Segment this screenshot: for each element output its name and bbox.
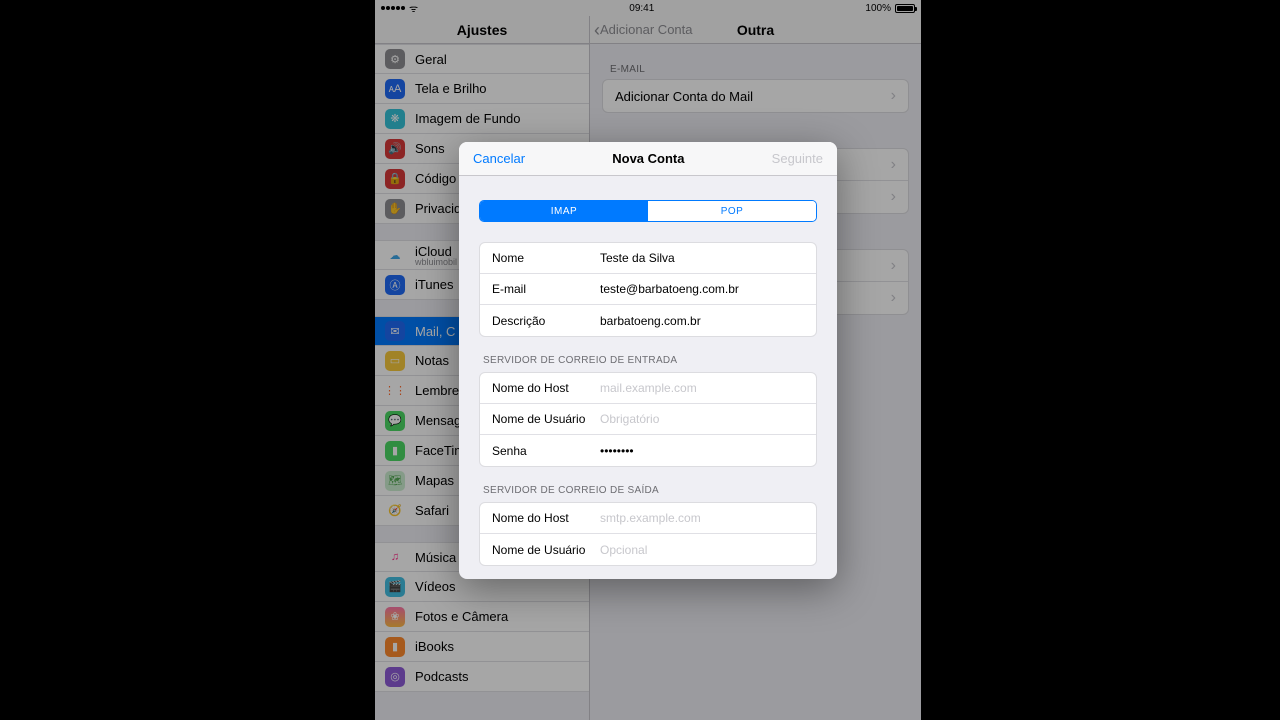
- field-label: Nome do Host: [492, 381, 592, 395]
- protocol-segmented-control[interactable]: IMAP POP: [479, 200, 817, 222]
- field-value[interactable]: Teste da Silva: [600, 251, 675, 265]
- new-account-modal: Cancelar Nova Conta Seguinte IMAP POP No…: [459, 142, 837, 579]
- outgoing-row-1[interactable]: Nome de Usuário Opcional: [480, 534, 816, 565]
- modal-header: Cancelar Nova Conta Seguinte: [459, 142, 837, 176]
- field-value[interactable]: smtp.example.com: [600, 511, 701, 525]
- field-label: Nome de Usuário: [492, 543, 592, 557]
- account-row-1[interactable]: E-mail teste@barbatoeng.com.br: [480, 274, 816, 305]
- field-label: Descrição: [492, 314, 592, 328]
- field-value[interactable]: ••••••••: [600, 444, 634, 458]
- cancel-button[interactable]: Cancelar: [473, 151, 525, 166]
- field-value[interactable]: Opcional: [600, 543, 647, 557]
- field-label: Nome do Host: [492, 511, 592, 525]
- modal-title: Nova Conta: [612, 151, 684, 166]
- field-label: Senha: [492, 444, 592, 458]
- account-row-0[interactable]: Nome Teste da Silva: [480, 243, 816, 274]
- modal-container: Cancelar Nova Conta Seguinte IMAP POP No…: [375, 0, 921, 720]
- field-value[interactable]: barbatoeng.com.br: [600, 314, 701, 328]
- field-label: Nome: [492, 251, 592, 265]
- incoming-row-2[interactable]: Senha ••••••••: [480, 435, 816, 466]
- incoming-row-0[interactable]: Nome do Host mail.example.com: [480, 373, 816, 404]
- next-button[interactable]: Seguinte: [772, 151, 823, 166]
- account-row-2[interactable]: Descrição barbatoeng.com.br: [480, 305, 816, 336]
- seg-pop[interactable]: POP: [648, 201, 816, 221]
- field-value[interactable]: Obrigatório: [600, 412, 659, 426]
- field-value[interactable]: mail.example.com: [600, 381, 697, 395]
- outgoing-row-0[interactable]: Nome do Host smtp.example.com: [480, 503, 816, 534]
- outgoing-server-header: SERVIDOR DE CORREIO DE SAÍDA: [479, 481, 817, 502]
- seg-imap[interactable]: IMAP: [480, 201, 648, 221]
- incoming-row-1[interactable]: Nome de Usuário Obrigatório: [480, 404, 816, 435]
- ipad-screen: ᯤ 09:41 100% Ajustes ‹ Adicionar Conta O…: [375, 0, 921, 720]
- incoming-server-header: SERVIDOR DE CORREIO DE ENTRADA: [479, 351, 817, 372]
- field-label: Nome de Usuário: [492, 412, 592, 426]
- field-label: E-mail: [492, 282, 592, 296]
- field-value[interactable]: teste@barbatoeng.com.br: [600, 282, 739, 296]
